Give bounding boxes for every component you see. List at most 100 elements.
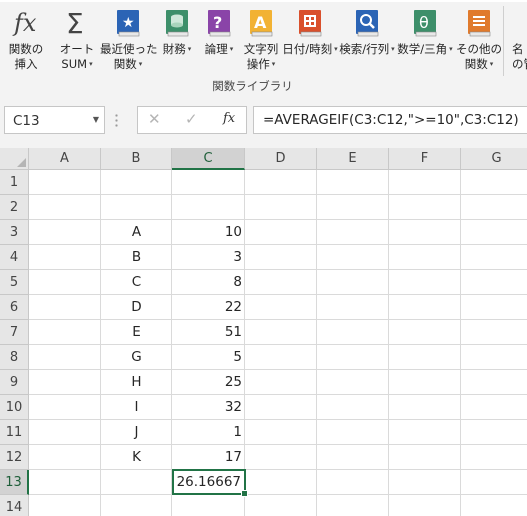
magnifier-book-icon <box>354 9 380 41</box>
row-header-12[interactable]: 12 <box>0 445 29 470</box>
logical-dropdown-icon: ▾ <box>229 45 234 53</box>
cell-b10[interactable]: I <box>101 395 172 419</box>
row-header-6[interactable]: 6 <box>0 295 29 320</box>
formula-bar-area: C13 ▼ ✕ ✓ fx =AVERAGEIF(C3:C12,">=10",C3… <box>0 96 527 148</box>
column-header-b[interactable]: B <box>101 148 172 170</box>
date-time-button[interactable]: 日付/時刻 ▾ <box>282 6 338 76</box>
cell-b7[interactable]: E <box>101 320 172 344</box>
insert-function-label-1: 関数の <box>8 42 44 56</box>
svg-text:fx: fx <box>12 9 37 37</box>
column-header-a[interactable]: A <box>29 148 101 170</box>
more-functions-dropdown-icon: ▾ <box>489 60 494 68</box>
column-header-c[interactable]: C <box>172 148 245 170</box>
fx-icon: fx <box>11 8 41 42</box>
insert-function-label-2: 挿入 <box>14 57 38 71</box>
result-value: 26.16667 <box>176 474 241 490</box>
column-header-d[interactable]: D <box>245 148 317 170</box>
svg-text:Σ: Σ <box>66 8 84 38</box>
coins-icon <box>164 9 190 41</box>
row-header-14[interactable]: 14 <box>0 495 29 516</box>
cell-b3[interactable]: A <box>101 220 172 244</box>
text-button[interactable]: A 文字列 操作 ▾ <box>240 6 282 76</box>
recently-used-label-2: 関数 <box>113 57 137 71</box>
cell-b8[interactable]: G <box>101 345 172 369</box>
column-header-e[interactable]: E <box>317 148 389 170</box>
financial-dropdown-icon: ▾ <box>187 45 192 53</box>
gridline-horizontal <box>29 194 527 195</box>
logical-button[interactable]: ? 論理 ▾ <box>198 6 240 76</box>
cell-c4[interactable]: 3 <box>172 245 245 269</box>
math-trig-label: 数学/三角 <box>397 42 448 56</box>
lookup-button[interactable]: 検索/行列 ▾ <box>338 6 396 76</box>
cell-c3[interactable]: 10 <box>172 220 245 244</box>
name-manager-label-2: の管 <box>512 57 527 71</box>
ribbon-group-separator <box>503 6 504 76</box>
select-all-corner[interactable] <box>0 148 29 170</box>
date-time-label: 日付/時刻 <box>282 42 333 56</box>
formula-input[interactable]: =AVERAGEIF(C3:C12,">=10",C3:C12) <box>253 106 527 134</box>
theta-book-icon: θ <box>412 9 438 41</box>
cancel-icon[interactable]: ✕ <box>148 110 161 128</box>
row-header-8[interactable]: 8 <box>0 345 29 370</box>
more-functions-label-1: その他の <box>456 42 502 56</box>
cell-b12[interactable]: K <box>101 445 172 469</box>
financial-label: 財務 <box>162 42 186 56</box>
financial-button[interactable]: 財務 ▾ <box>156 6 198 76</box>
insert-function-fx-icon[interactable]: fx <box>223 111 235 126</box>
active-cell-c13[interactable]: 26.16667 <box>172 469 248 497</box>
cell-c6[interactable]: 22 <box>172 295 245 319</box>
recently-used-button[interactable]: ★ 最近使った 関数 ▾ <box>100 6 158 76</box>
text-label-2: 操作 <box>246 57 270 71</box>
row-header-9[interactable]: 9 <box>0 370 29 395</box>
cell-c9[interactable]: 25 <box>172 370 245 394</box>
name-manager-button[interactable]: 名 の管 <box>506 6 527 76</box>
cell-c8[interactable]: 5 <box>172 345 245 369</box>
row-header-2[interactable]: 2 <box>0 195 29 220</box>
worksheet-grid[interactable]: A B C D E F G 1 2 3 4 5 6 7 8 9 10 11 12 13 14 A 10 B 3 C 8 D 22 E 51 G… <box>0 148 527 516</box>
name-manager-label-1: 名 <box>512 42 524 56</box>
lookup-label: 検索/行列 <box>339 42 390 56</box>
gridline-vertical <box>388 170 389 516</box>
cell-c12[interactable]: 17 <box>172 445 245 469</box>
column-header-g[interactable]: G <box>461 148 527 170</box>
row-header-1[interactable]: 1 <box>0 170 29 195</box>
cell-b9[interactable]: H <box>101 370 172 394</box>
cell-c7[interactable]: 51 <box>172 320 245 344</box>
row-header-3[interactable]: 3 <box>0 220 29 245</box>
svg-text:?: ? <box>213 13 222 32</box>
name-box-dropdown-icon[interactable]: ▼ <box>93 115 99 124</box>
svg-text:A: A <box>254 13 267 32</box>
enter-icon[interactable]: ✓ <box>185 110 198 128</box>
cell-b11[interactable]: J <box>101 420 172 444</box>
row-header-10[interactable]: 10 <box>0 395 29 420</box>
more-functions-button[interactable]: その他の 関数 ▾ <box>454 6 504 76</box>
cell-b4[interactable]: B <box>101 245 172 269</box>
formula-bar-grip[interactable] <box>115 113 118 127</box>
cell-c11[interactable]: 1 <box>172 420 245 444</box>
cell-b5[interactable]: C <box>101 270 172 294</box>
formula-text: =AVERAGEIF(C3:C12,">=10",C3:C12) <box>263 112 519 128</box>
ribbon-top-edge <box>0 0 527 2</box>
svg-text:★: ★ <box>122 15 135 31</box>
text-label-1: 文字列 <box>243 42 279 56</box>
row-header-4[interactable]: 4 <box>0 245 29 270</box>
recently-used-label-1: 最近使った <box>100 42 158 56</box>
cell-c10[interactable]: 32 <box>172 395 245 419</box>
lookup-dropdown-icon: ▾ <box>391 45 395 53</box>
calendar-icon <box>297 9 323 41</box>
row-header-11[interactable]: 11 <box>0 420 29 445</box>
insert-function-button[interactable]: fx 関数の 挿入 <box>0 6 52 76</box>
fill-handle[interactable] <box>241 490 248 497</box>
column-header-f[interactable]: F <box>389 148 461 170</box>
cell-b6[interactable]: D <box>101 295 172 319</box>
cell-c5[interactable]: 8 <box>172 270 245 294</box>
name-box[interactable]: C13 ▼ <box>4 106 105 134</box>
math-trig-button[interactable]: θ 数学/三角 ▾ <box>396 6 454 76</box>
row-header-13[interactable]: 13 <box>0 470 29 495</box>
autosum-button[interactable]: Σ オート SUM ▾ <box>54 6 100 76</box>
star-book-icon: ★ <box>115 9 141 41</box>
question-book-icon: ? <box>206 9 232 41</box>
autosum-label-2: SUM <box>61 57 88 71</box>
row-header-5[interactable]: 5 <box>0 270 29 295</box>
row-header-7[interactable]: 7 <box>0 320 29 345</box>
